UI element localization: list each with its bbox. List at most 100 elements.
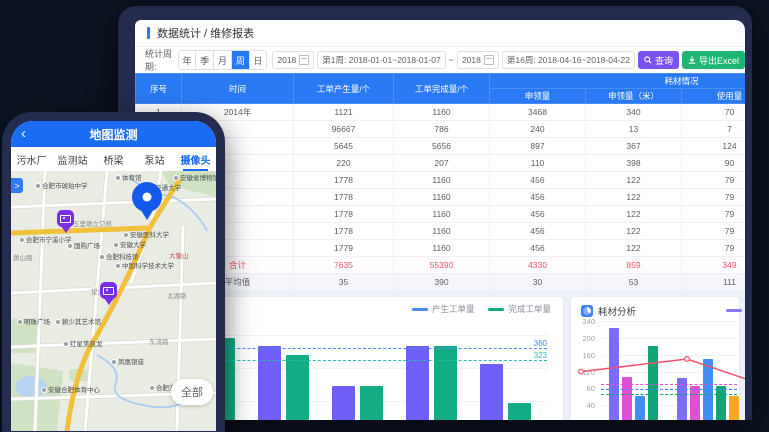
table-cell: 124 bbox=[682, 138, 746, 155]
period-option-周[interactable]: 周 bbox=[232, 51, 250, 69]
map-label: 太湖路 bbox=[167, 290, 187, 300]
table-cell: 220 bbox=[294, 155, 394, 172]
selected-location-pin-icon[interactable] bbox=[132, 182, 162, 212]
table-cell: 1778 bbox=[294, 172, 394, 189]
map-label: 安徽省博物馆 bbox=[173, 172, 216, 182]
table-cell: 70 bbox=[682, 104, 746, 121]
breadcrumb: 数据统计 / 维修报表 bbox=[135, 20, 745, 47]
table-cell: 110 bbox=[490, 155, 586, 172]
phone-screen: ‹ 地图监测 污水厂监测站桥梁泵站摄像头 bbox=[11, 121, 216, 431]
tab-污水厂[interactable]: 污水厂 bbox=[11, 147, 52, 171]
table-cell: 4330 bbox=[490, 257, 586, 274]
table-cell: 122 bbox=[586, 206, 682, 223]
table-cell: 398 bbox=[586, 155, 682, 172]
tab-泵站[interactable]: 泵站 bbox=[134, 147, 175, 171]
table-cell: 207 bbox=[394, 155, 490, 172]
table-cell: 7635 bbox=[294, 257, 394, 274]
table-cell: 122 bbox=[586, 172, 682, 189]
bar-完成工单量-4 bbox=[508, 403, 531, 420]
all-filter-button[interactable]: 全部 bbox=[171, 379, 213, 405]
table-cell: 456 bbox=[490, 206, 586, 223]
chart-title: 耗材分析 bbox=[581, 304, 636, 318]
map-view[interactable]: > 全部 合肥市琥珀中学体育馆安徽交通大学安徽省博物馆五里墩立交桥安徽医科大学合… bbox=[11, 171, 216, 431]
table-row: 8177811604561227967 bbox=[136, 223, 746, 240]
table-cell: 122 bbox=[586, 240, 682, 257]
map-label: 红星美凯龙 bbox=[63, 338, 103, 348]
table-cell: 79 bbox=[682, 206, 746, 223]
legend-item-产生工单量[interactable]: 产生工单量 bbox=[412, 303, 475, 315]
table-cell: 111 bbox=[682, 274, 746, 291]
trend-line bbox=[579, 319, 745, 420]
start-year-select[interactable]: 2018 bbox=[272, 51, 314, 69]
col-sub-2: 使用量 bbox=[682, 89, 746, 104]
map-label: 赖少其艺术馆 bbox=[55, 316, 101, 326]
table-cell: 349 bbox=[682, 257, 746, 274]
end-year-select[interactable]: 2018 bbox=[457, 51, 499, 69]
period-option-月[interactable]: 月 bbox=[214, 51, 232, 69]
bar-完成工单量-2 bbox=[360, 386, 383, 420]
table-cell: 79 bbox=[682, 223, 746, 240]
map-label: 合肥市琥珀中学 bbox=[35, 180, 88, 190]
table-cell: 30 bbox=[490, 274, 586, 291]
legend-label: 完成工单量 bbox=[508, 303, 551, 315]
export-excel-button[interactable]: 导出Excel bbox=[682, 51, 745, 69]
table-cell: 1160 bbox=[394, 240, 490, 257]
period-segmented-control: 年季月周日 bbox=[178, 50, 268, 70]
table-row: 6177811604561227967 bbox=[136, 189, 746, 206]
camera-glyph bbox=[103, 287, 114, 295]
filter-label: 统计周期: bbox=[145, 47, 175, 73]
camera-glyph bbox=[60, 215, 71, 223]
camera-marker-icon-1[interactable] bbox=[100, 282, 117, 299]
camera-marker-icon-0[interactable] bbox=[57, 210, 74, 227]
table-header: 序号 时间 工单产生量/个 工单完成量/个 耗材情况 申领量 申领量（米） 使用… bbox=[136, 74, 746, 104]
table-row: 9177911604561227967 bbox=[136, 240, 746, 257]
phone-mockup: ‹ 地图监测 污水厂监测站桥梁泵站摄像头 bbox=[2, 112, 225, 432]
table-row: 5177811604561227967 bbox=[136, 172, 746, 189]
range-separator: ~ bbox=[449, 55, 454, 65]
start-week-input[interactable]: 第1周: 2018-01-01~2018-01-07 bbox=[317, 51, 445, 69]
report-table: 序号 时间 工单产生量/个 工单完成量/个 耗材情况 申领量 申领量（米） 使用… bbox=[135, 73, 745, 291]
table-cell: 1778 bbox=[294, 189, 394, 206]
table-cell: 1160 bbox=[394, 223, 490, 240]
legend-item-完成工单量[interactable]: 完成工单量 bbox=[488, 303, 551, 315]
table-cell: 367 bbox=[586, 138, 682, 155]
query-button[interactable]: 查询 bbox=[638, 51, 679, 69]
period-option-季[interactable]: 季 bbox=[196, 51, 214, 69]
table-cell: 456 bbox=[490, 223, 586, 240]
map-label: 国购广场 bbox=[67, 240, 100, 250]
table-cell: 1121 bbox=[294, 104, 394, 121]
map-label: 大蜀山 bbox=[169, 250, 189, 260]
col-sub-0: 申领量 bbox=[490, 89, 586, 104]
consumable-chart-card: 耗材分析 2402001601208040 bbox=[571, 297, 739, 420]
map-label: 五里墩立交桥 bbox=[73, 218, 112, 228]
tab-监测站[interactable]: 监测站 bbox=[52, 147, 93, 171]
back-chevron-icon[interactable]: ‹ bbox=[21, 124, 26, 144]
table-cell: 7 bbox=[682, 121, 746, 138]
table-cell: 897 bbox=[490, 138, 586, 155]
tab-桥梁[interactable]: 桥梁 bbox=[93, 147, 134, 171]
calendar-icon bbox=[484, 55, 494, 65]
table-cell: 35 bbox=[294, 274, 394, 291]
table-row: 12014年11211160346834070250 bbox=[136, 104, 746, 121]
table-cell: 5645 bbox=[294, 138, 394, 155]
col-completed: 工单完成量/个 bbox=[394, 74, 490, 104]
map-label: 安徽大学 bbox=[113, 239, 146, 249]
consumable-bar-line-chart: 2402001601208040 bbox=[579, 319, 737, 420]
table-cell: 90 bbox=[682, 155, 746, 172]
period-option-年[interactable]: 年 bbox=[179, 51, 197, 69]
table-cell: 122 bbox=[586, 189, 682, 206]
period-option-日[interactable]: 日 bbox=[250, 51, 267, 69]
table-average-row: 平均值35390305311114 bbox=[136, 274, 746, 291]
table-cell: 55390 bbox=[394, 257, 490, 274]
reference-label: 323 bbox=[534, 351, 547, 360]
end-week-input[interactable]: 第16周: 2018-04-16~2018-04-22 bbox=[502, 51, 635, 69]
table-cell: 96667 bbox=[294, 121, 394, 138]
table-row: 296667786240137650 bbox=[136, 121, 746, 138]
panel-expander-button[interactable]: > bbox=[11, 178, 23, 193]
table-cell: 456 bbox=[490, 172, 586, 189]
map-label: 体育馆 bbox=[115, 172, 142, 182]
chart-legend: 产生工单量 完成工单量 bbox=[412, 303, 551, 315]
tab-摄像头[interactable]: 摄像头 bbox=[175, 147, 216, 171]
bar-产生工单量-1 bbox=[258, 346, 281, 420]
phone-app-header: ‹ 地图监测 bbox=[11, 121, 216, 147]
